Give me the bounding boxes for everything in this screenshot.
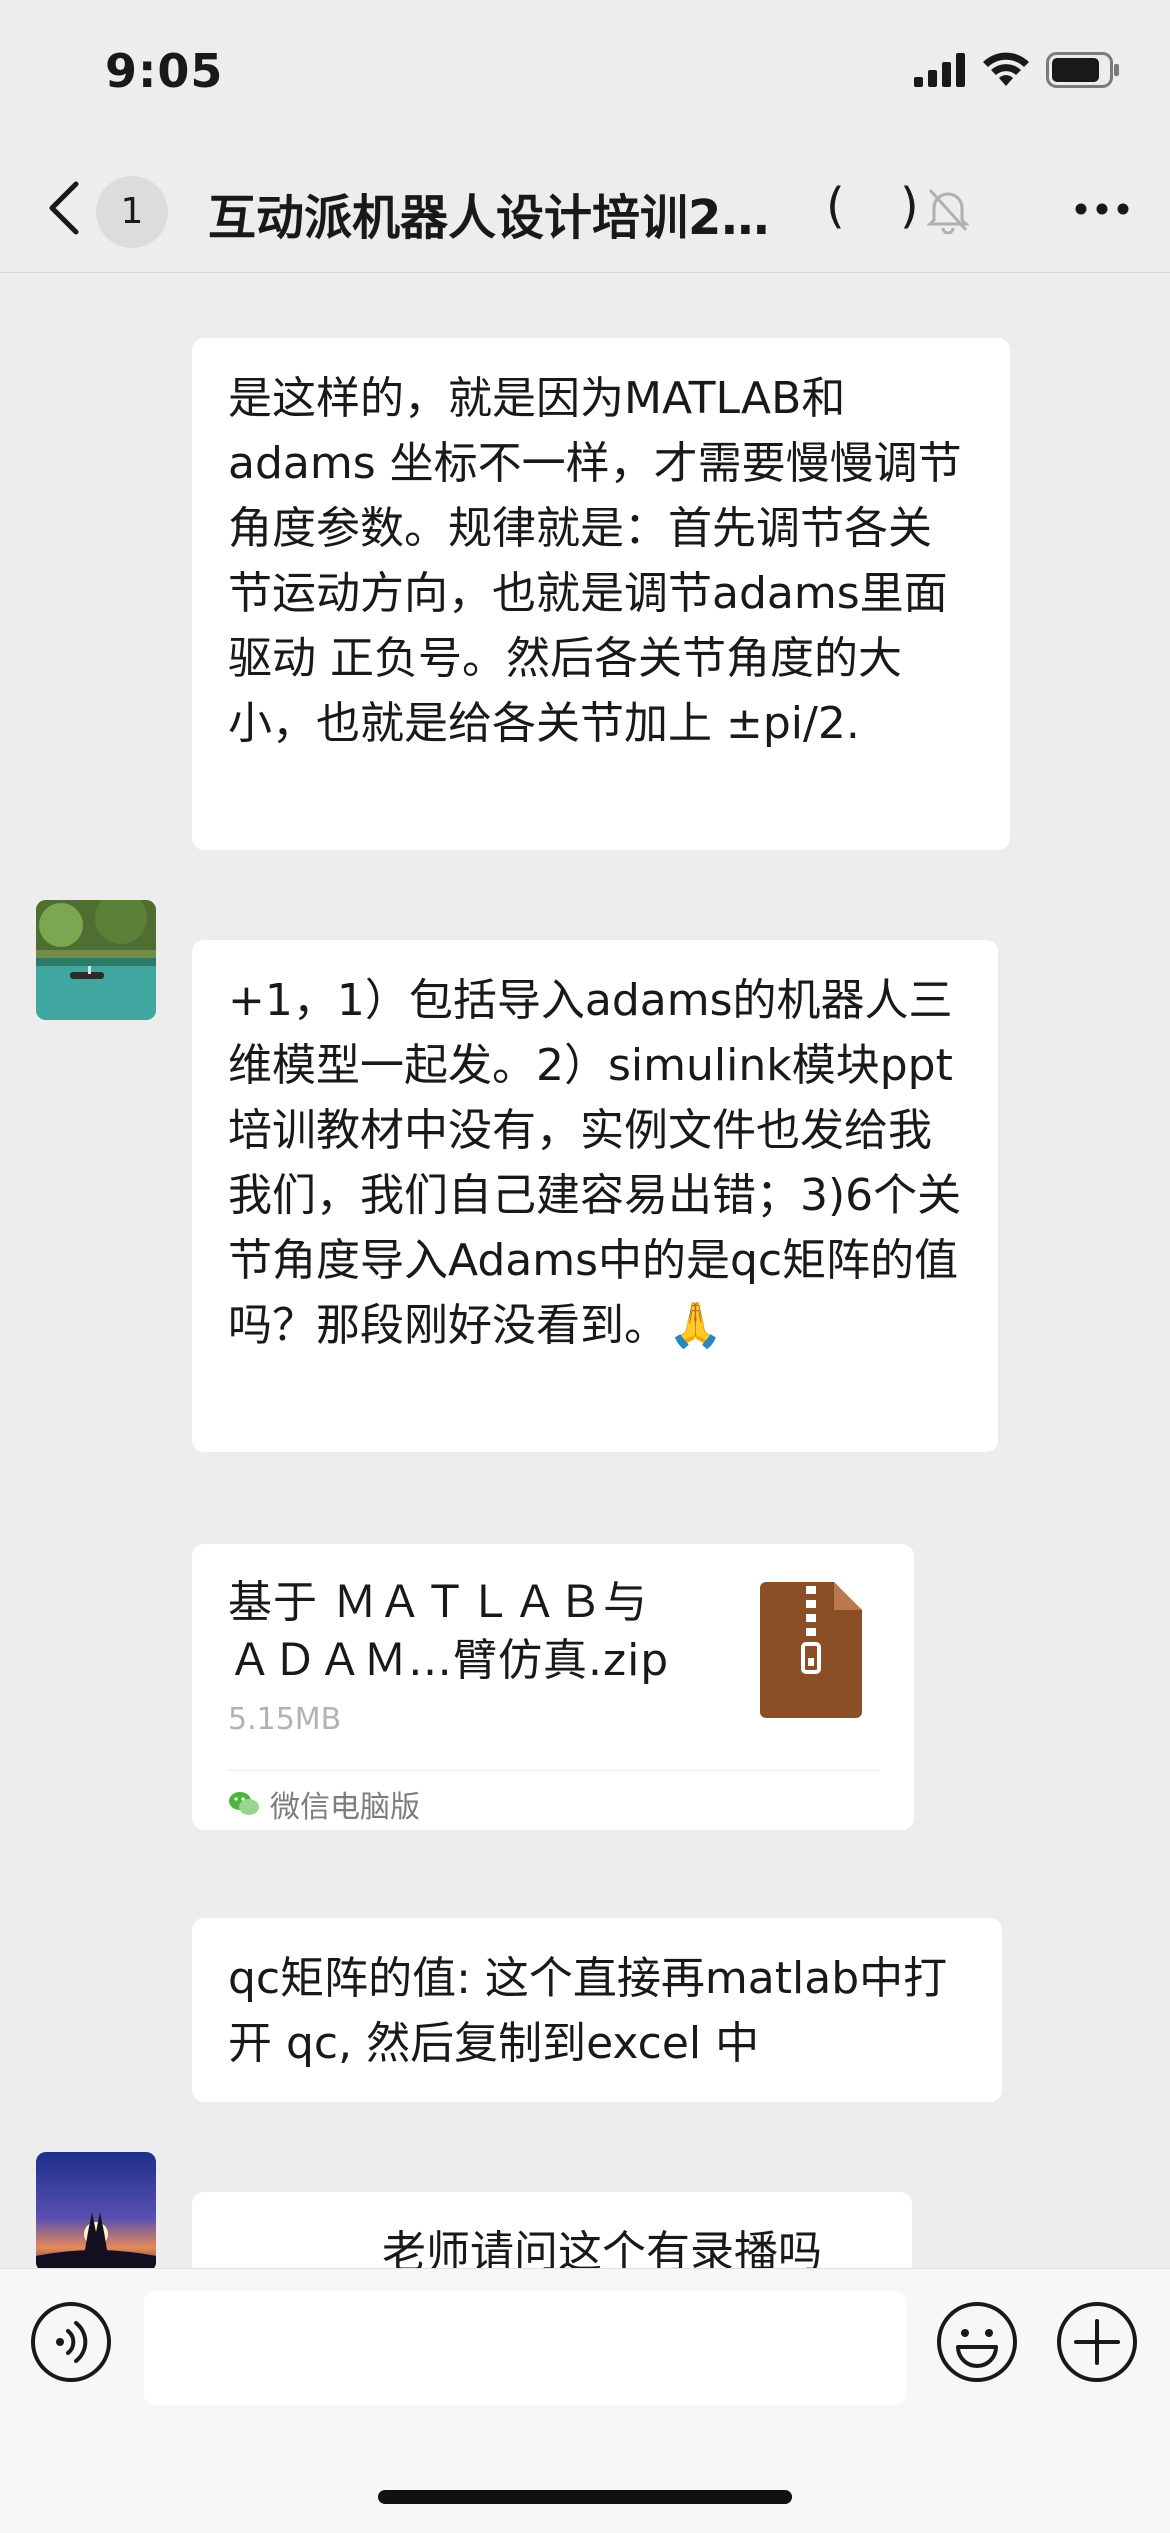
chat-header: 1 互动派机器人设计培训2… ( ) — [0, 150, 1170, 273]
more-options-icon[interactable] — [1074, 202, 1130, 216]
chat-title[interactable]: 互动派机器人设计培训2… — [208, 178, 769, 248]
signal-icon — [914, 53, 965, 87]
wechat-icon — [229, 1792, 259, 1815]
status-bar: 9:05 — [0, 0, 1170, 150]
message-list[interactable]: 是这样的，就是因为MATLAB和adams 坐标不一样，才需要慢慢调节角度参数。… — [0, 272, 1170, 2268]
file-source: 微信电脑版 — [228, 1782, 420, 1826]
title-paren-close: ) — [900, 178, 919, 234]
message-bubble[interactable]: +1，1）包括导入adams的机器人三维模型一起发。2）simulink模块pp… — [192, 940, 998, 1452]
home-indicator[interactable] — [378, 2490, 792, 2504]
message-text: 是这样的，就是因为MATLAB和adams 坐标不一样，才需要慢慢调节角度参数。… — [228, 373, 962, 749]
message-bubble[interactable]: qc矩阵的值: 这个直接再matlab中打开 qc, 然后复制到excel 中 — [192, 1918, 1002, 2102]
message-text: 老师请问这个有录播吗 — [382, 2227, 822, 2268]
message-text: +1，1）包括导入adams的机器人三维模型一起发。2）simulink模块pp… — [228, 975, 962, 1351]
message-text: qc矩阵的值: 这个直接再matlab中打开 qc, 然后复制到excel 中 — [228, 1953, 948, 2069]
back-chevron-icon[interactable] — [40, 178, 90, 238]
file-size: 5.15MB — [228, 1702, 342, 1737]
avatar[interactable] — [36, 900, 156, 1020]
message-bubble[interactable]: 是这样的，就是因为MATLAB和adams 坐标不一样，才需要慢慢调节角度参数。… — [192, 338, 1010, 850]
wifi-icon — [983, 52, 1029, 86]
add-more-icon[interactable] — [1056, 2301, 1138, 2383]
avatar-landscape-image — [36, 900, 156, 1020]
file-name: 基于 ＭＡＴＬＡＢ与 ＡＤＡＭ…臂仿真.zip — [228, 1577, 670, 1686]
file-source-label: 微信电脑版 — [270, 1790, 420, 1825]
emoji-icon[interactable] — [936, 2301, 1018, 2383]
title-paren-open: ( — [826, 178, 845, 234]
message-input[interactable] — [144, 2291, 906, 2405]
status-time: 9:05 — [105, 44, 224, 98]
voice-input-icon[interactable] — [30, 2301, 112, 2383]
unread-badge[interactable]: 1 — [96, 176, 168, 248]
avatar-sunset-image — [36, 2152, 156, 2268]
file-message[interactable]: 基于 ＭＡＴＬＡＢ与 ＡＤＡＭ…臂仿真.zip 5.15MB 微信电脑版 — [192, 1544, 914, 1830]
battery-icon — [1046, 52, 1119, 88]
file-divider — [228, 1770, 878, 1771]
avatar[interactable] — [36, 2152, 156, 2268]
status-icons — [914, 52, 1120, 88]
muted-bell-icon — [926, 188, 970, 234]
zip-file-icon — [760, 1582, 862, 1718]
message-bubble[interactable]: 老师请问这个有录播吗 — [192, 2192, 912, 2268]
